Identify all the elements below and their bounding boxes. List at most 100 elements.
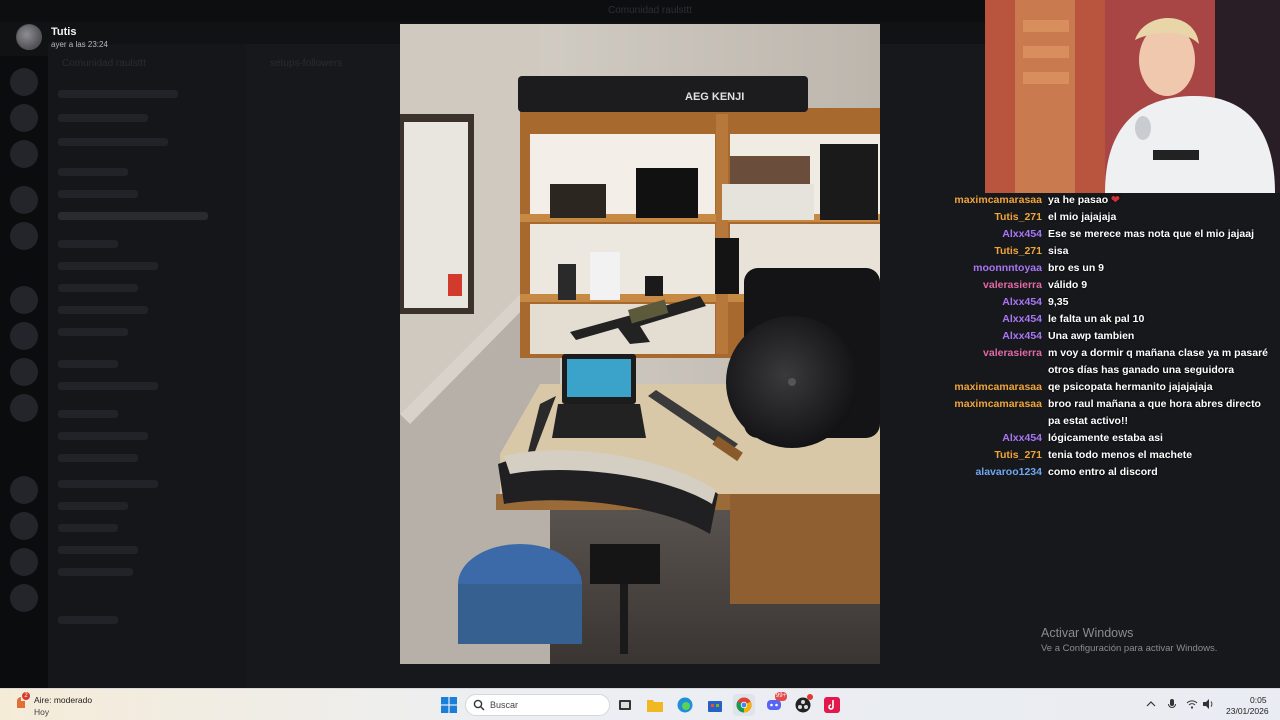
chat-text: lógicamente estaba asi bbox=[1048, 432, 1163, 444]
weather-subtitle: Hoy bbox=[34, 707, 50, 717]
channel-item[interactable] bbox=[58, 616, 118, 624]
server-list bbox=[0, 56, 48, 688]
chat-text: le falta un ak pal 10 bbox=[1048, 313, 1145, 325]
chat-message: Alxx454 Una awp tambien bbox=[940, 328, 1280, 345]
task-view-button[interactable] bbox=[614, 694, 636, 716]
chat-message-text: válido 9 bbox=[1048, 277, 1274, 294]
channel-item[interactable] bbox=[58, 138, 168, 146]
file-explorer-button[interactable] bbox=[644, 694, 666, 716]
chat-username: maximcamarasaa bbox=[954, 381, 1042, 393]
clock-time[interactable]: 0:05 bbox=[1250, 695, 1267, 705]
channel-item-active[interactable] bbox=[58, 212, 208, 220]
server-icon[interactable] bbox=[10, 358, 38, 386]
channel-item[interactable] bbox=[58, 382, 158, 390]
stream-chat: maximcamarasaa ya he pasao ❤ Tutis_271 el m… bbox=[940, 192, 1280, 481]
chat-message-text: broo raul mañana a que hora abres direct… bbox=[1048, 396, 1274, 430]
channel-item[interactable] bbox=[58, 480, 158, 488]
chrome-icon bbox=[736, 697, 752, 713]
channel-item[interactable] bbox=[58, 240, 118, 248]
setup-photo-illustration: AEG KENJI bbox=[400, 24, 880, 664]
channel-item[interactable] bbox=[58, 328, 128, 336]
wifi-icon[interactable] bbox=[1186, 698, 1198, 710]
channel-item[interactable] bbox=[58, 524, 118, 532]
channel-item[interactable] bbox=[58, 284, 138, 292]
chat-username: Alxx454 bbox=[1002, 330, 1042, 342]
chat-text: Una awp tambien bbox=[1048, 330, 1135, 342]
server-icon[interactable] bbox=[10, 140, 38, 168]
chat-username: Alxx454 bbox=[1002, 432, 1042, 444]
chat-message-text: tenia todo menos el machete bbox=[1048, 447, 1274, 464]
webcam-illustration bbox=[985, 0, 1280, 193]
server-icon[interactable] bbox=[10, 322, 38, 350]
obs-button[interactable] bbox=[792, 694, 814, 716]
window-title: Comunidad raulsttt bbox=[608, 5, 692, 16]
folder-icon bbox=[647, 700, 663, 712]
chat-username: Tutis_271 bbox=[994, 449, 1042, 461]
chat-text: Ese se merece mas nota que el mio jajaaj bbox=[1048, 228, 1255, 240]
channel-item[interactable] bbox=[58, 90, 178, 98]
start-button[interactable] bbox=[438, 694, 460, 716]
server-icon[interactable] bbox=[10, 286, 38, 314]
chat-message-text: el mio jajajaja bbox=[1048, 209, 1274, 226]
chat-message: maximcamarasaa ya he pasao ❤ bbox=[940, 192, 1280, 209]
clock-date[interactable]: 23/01/2026 bbox=[1226, 706, 1269, 716]
chrome-button[interactable] bbox=[733, 694, 755, 716]
setup-photo[interactable]: AEG KENJI bbox=[400, 24, 880, 664]
server-name[interactable]: Comunidad raulsttt bbox=[62, 58, 146, 69]
microphone-icon[interactable] bbox=[1166, 698, 1178, 710]
chat-message-text: 9,35 bbox=[1048, 294, 1274, 311]
server-icon[interactable] bbox=[10, 548, 38, 576]
taskbar: 2 Aire: moderado Hoy Buscar 99+ 0:05 23/… bbox=[0, 688, 1280, 720]
chat-text: el mio jajajaja bbox=[1048, 211, 1117, 223]
server-icon[interactable] bbox=[10, 104, 38, 132]
chat-message: valerasierra válido 9 bbox=[940, 277, 1280, 294]
tiktok-button[interactable] bbox=[821, 694, 843, 716]
chat-username: Alxx454 bbox=[1002, 313, 1042, 325]
chat-username: Alxx454 bbox=[1002, 296, 1042, 308]
server-icon[interactable] bbox=[10, 476, 38, 504]
server-icon[interactable] bbox=[10, 394, 38, 422]
channel-item[interactable] bbox=[58, 502, 128, 510]
chat-username: Alxx454 bbox=[1002, 228, 1042, 240]
server-icon[interactable] bbox=[10, 222, 38, 250]
search-icon bbox=[473, 699, 485, 711]
chat-message-text: Ese se merece mas nota que el mio jajaaj bbox=[1048, 226, 1274, 243]
chat-text: como entro al discord bbox=[1048, 466, 1158, 478]
chat-message-text: m voy a dormir q mañana clase ya m pasar… bbox=[1048, 345, 1274, 379]
channel-sidebar: Comunidad raulsttt bbox=[48, 44, 246, 688]
windows-logo-icon bbox=[441, 697, 457, 713]
server-icon[interactable] bbox=[10, 186, 38, 214]
task-view-icon bbox=[619, 700, 631, 710]
store-button[interactable] bbox=[704, 694, 726, 716]
channel-item[interactable] bbox=[58, 454, 138, 462]
channel-item[interactable] bbox=[58, 306, 148, 314]
server-icon[interactable] bbox=[10, 512, 38, 540]
channel-item[interactable] bbox=[58, 546, 138, 554]
weather-badge: 2 bbox=[22, 692, 30, 700]
chat-text: 9,35 bbox=[1048, 296, 1069, 308]
avatar[interactable] bbox=[16, 24, 42, 50]
server-icon[interactable] bbox=[10, 68, 38, 96]
discord-button[interactable]: 99+ bbox=[763, 692, 787, 716]
taskbar-search[interactable]: Buscar bbox=[465, 694, 610, 716]
post-username[interactable]: Tutis bbox=[51, 26, 76, 38]
chat-message-text: ya he pasao ❤ bbox=[1048, 192, 1274, 209]
channel-item[interactable] bbox=[58, 190, 138, 198]
channel-item[interactable] bbox=[58, 114, 148, 122]
chat-message: maximcamarasaa broo raul mañana a que hor… bbox=[940, 396, 1280, 430]
channel-item[interactable] bbox=[58, 432, 148, 440]
server-icon[interactable] bbox=[10, 584, 38, 612]
chat-message: Tutis_271 tenia todo menos el machete bbox=[940, 447, 1280, 464]
channel-item[interactable] bbox=[58, 262, 158, 270]
chat-message: Alxx454 lógicamente estaba asi bbox=[940, 430, 1280, 447]
edge-button[interactable] bbox=[674, 694, 696, 716]
channel-item[interactable] bbox=[58, 568, 133, 576]
post-timestamp: ayer a las 23:24 bbox=[51, 40, 108, 49]
channel-item[interactable] bbox=[58, 168, 128, 176]
channel-item[interactable] bbox=[58, 360, 118, 368]
chat-text: bro es un 9 bbox=[1048, 262, 1105, 274]
chevron-up-icon[interactable] bbox=[1145, 698, 1157, 710]
volume-icon[interactable] bbox=[1202, 698, 1214, 710]
chat-message-text: Una awp tambien bbox=[1048, 328, 1274, 345]
channel-item[interactable] bbox=[58, 410, 118, 418]
